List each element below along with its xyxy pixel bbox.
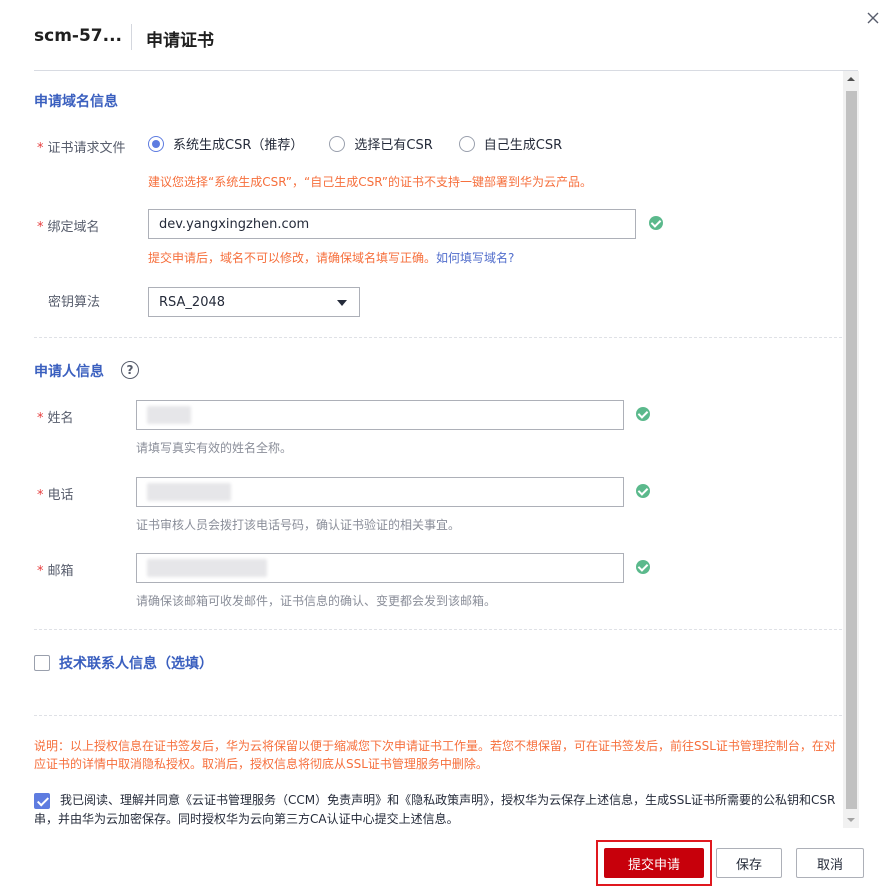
redacted-value <box>147 483 231 501</box>
help-icon[interactable]: ? <box>121 361 139 379</box>
radio-system-csr[interactable]: 系统生成CSR（推荐） <box>148 134 303 153</box>
email-hint: 请确保该邮箱可收发邮件，证书信息的确认、变更都会发到该邮箱。 <box>136 594 497 608</box>
privacy-notice: 说明：以上授权信息在证书签发后，华为云将保留以便于缩减您下次申请证书工作量。若您… <box>34 739 836 771</box>
radio-button[interactable] <box>148 135 164 152</box>
domain-help-link[interactable]: 如何填写域名? <box>436 251 514 265</box>
name-input[interactable] <box>136 400 624 430</box>
name-label: * 姓名 <box>37 411 74 426</box>
redacted-value <box>147 406 191 424</box>
required-mark: * <box>37 220 44 235</box>
phone-hint: 证书审核人员会拨打该电话号码，确认证书验证的相关事宜。 <box>136 518 461 532</box>
agreement-text: 我已阅读、理解并同意《云证书管理服务（CCM）免责声明》和《隐私政策声明》，授权… <box>34 793 836 826</box>
radio-button[interactable] <box>458 135 475 152</box>
section-title-applicant: 申请人信息 <box>34 364 104 380</box>
algorithm-select[interactable]: RSA_2048 <box>148 287 360 317</box>
required-mark: * <box>37 564 44 579</box>
scrollbar-thumb[interactable] <box>846 91 857 809</box>
scrollbar[interactable] <box>843 71 859 828</box>
dialog-title: 申请证书 <box>146 31 214 51</box>
algorithm-label: 密钥算法 <box>48 295 101 310</box>
caret-down-icon <box>337 300 347 306</box>
section-divider <box>34 715 842 716</box>
phone-input[interactable] <box>136 477 624 507</box>
domain-hint: 提交申请后，域名不可以修改，请确保域名填写正确。如何填写域名? <box>148 251 515 265</box>
cancel-button[interactable]: 取消 <box>796 848 864 878</box>
required-mark: * <box>37 488 44 503</box>
csr-hint: 建议您选择“系统生成CSR”，“自己生成CSR”的证书不支持一键部署到华为云产品… <box>148 175 593 189</box>
save-button[interactable]: 保存 <box>716 848 782 878</box>
submit-button[interactable]: 提交申请 <box>604 848 704 878</box>
scroll-up-icon[interactable] <box>843 71 859 87</box>
required-mark: * <box>37 141 44 156</box>
email-label: * 邮箱 <box>37 564 74 579</box>
tech-contact-label[interactable]: 技术联系人信息（选填） <box>59 653 213 673</box>
close-icon[interactable] <box>863 8 883 28</box>
check-circle-icon <box>636 484 650 498</box>
required-mark: * <box>37 411 44 426</box>
radio-existing-csr[interactable]: 选择已有CSR <box>329 134 433 153</box>
email-input[interactable] <box>136 553 624 583</box>
radio-button[interactable] <box>329 135 346 152</box>
tech-contact-checkbox[interactable] <box>34 655 50 671</box>
csr-radio-group: 系统生成CSR（推荐） 选择已有CSR 自己生成CSR <box>148 134 588 153</box>
form-scroll-area[interactable]: 申请域名信息 * 证书请求文件 系统生成CSR（推荐） 选择已有CSR 自己生成C… <box>0 71 860 828</box>
radio-own-csr[interactable]: 自己生成CSR <box>458 134 562 153</box>
apply-certificate-dialog: scm-57... 申请证书 申请域名信息 * 证书请求文件 系统生成CSR（推荐… <box>0 0 891 894</box>
domain-label: * 绑定域名 <box>37 220 100 235</box>
check-circle-icon <box>636 560 650 574</box>
check-circle-icon <box>649 216 663 230</box>
section-divider <box>34 629 842 630</box>
redacted-value <box>147 559 267 577</box>
section-title-domain: 申请域名信息 <box>34 94 118 110</box>
phone-label: * 电话 <box>37 488 74 503</box>
csr-label: * 证书请求文件 <box>37 141 126 156</box>
scroll-down-icon[interactable] <box>843 812 859 828</box>
check-circle-icon <box>636 407 650 421</box>
domain-input[interactable]: dev.yangxingzhen.com <box>148 209 636 239</box>
header-divider <box>131 24 132 50</box>
name-hint: 请填写真实有效的姓名全称。 <box>136 441 293 455</box>
section-divider <box>34 337 842 338</box>
resource-name: scm-57... <box>34 26 122 46</box>
